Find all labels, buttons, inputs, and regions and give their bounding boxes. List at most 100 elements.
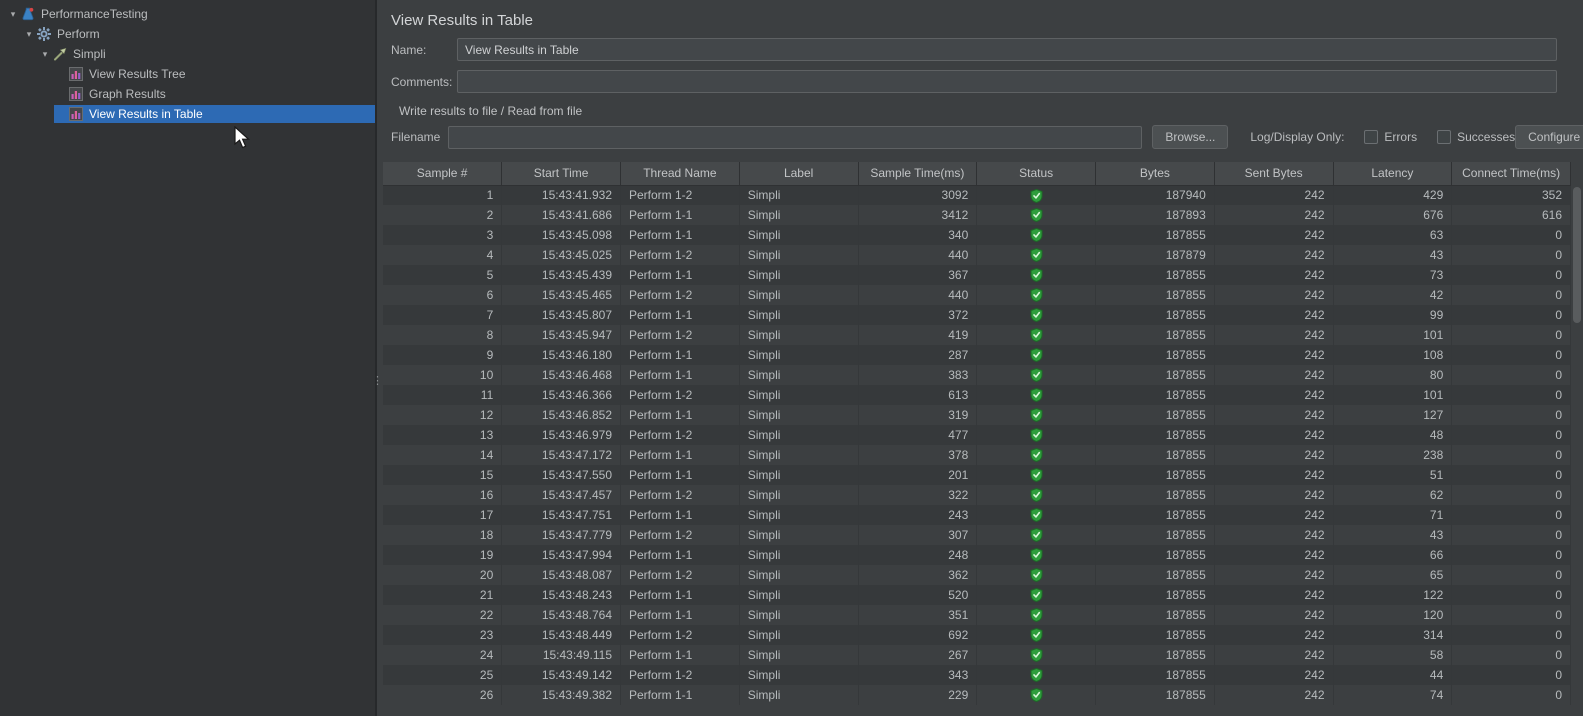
name-input[interactable] [457,38,1557,61]
table-cell: 24 [383,645,502,665]
table-row[interactable]: 1715:43:47.751Perform 1-1Simpli243187855… [383,505,1571,525]
table-row[interactable]: 2415:43:49.115Perform 1-1Simpli267187855… [383,645,1571,665]
table-row[interactable]: 1015:43:46.468Perform 1-1Simpli383187855… [383,365,1571,385]
table-cell: 120 [1333,605,1452,625]
table-cell: 58 [1333,645,1452,665]
table-cell: 0 [1452,545,1571,565]
column-header-thread-name[interactable]: Thread Name [621,162,740,185]
tree-item-simpli[interactable]: ▾Simpli [0,44,375,64]
panel-splitter[interactable]: ⋮ [375,0,377,716]
table-cell: 187855 [1096,565,1215,585]
tree-item-performancetesting[interactable]: ▾PerformanceTesting [0,4,375,24]
table-row[interactable]: 2515:43:49.142Perform 1-2Simpli343187855… [383,665,1571,685]
table-cell: 187855 [1096,645,1215,665]
table-row[interactable]: 815:43:45.947Perform 1-2Simpli4191878552… [383,325,1571,345]
tree-item-graph-results[interactable]: Graph Results [0,84,375,104]
table-cell: Perform 1-1 [621,265,740,285]
chevron-down-icon[interactable]: ▾ [6,9,20,20]
tree-item-view-results-tree[interactable]: View Results Tree [0,64,375,84]
table-cell: Perform 1-2 [621,665,740,685]
table-cell: 15:43:45.439 [502,265,621,285]
table-cell: 187855 [1096,545,1215,565]
table-cell: 229 [858,685,977,705]
table-cell: 367 [858,265,977,285]
success-shield-icon [1030,608,1043,622]
table-row[interactable]: 1315:43:46.979Perform 1-2Simpli477187855… [383,425,1571,445]
table-row[interactable]: 115:43:41.932Perform 1-2Simpli3092187940… [383,185,1571,205]
table-cell: Simpli [739,185,858,205]
status-cell [977,385,1096,405]
table-cell: 242 [1214,285,1333,305]
column-header-connect-time-ms[interactable]: Connect Time(ms) [1452,162,1571,185]
table-cell: 48 [1333,425,1452,445]
status-cell [977,405,1096,425]
column-header-status[interactable]: Status [977,162,1096,185]
table-cell: Perform 1-2 [621,385,740,405]
table-row[interactable]: 1915:43:47.994Perform 1-1Simpli248187855… [383,545,1571,565]
successes-checkbox[interactable] [1437,130,1451,144]
table-cell: Simpli [739,645,858,665]
table-cell: 242 [1214,425,1333,445]
column-header-bytes[interactable]: Bytes [1096,162,1215,185]
table-row[interactable]: 1815:43:47.779Perform 1-2Simpli307187855… [383,525,1571,545]
table-row[interactable]: 415:43:45.025Perform 1-2Simpli4401878792… [383,245,1571,265]
table-cell: 242 [1214,385,1333,405]
table-row[interactable]: 515:43:45.439Perform 1-1Simpli3671878552… [383,265,1571,285]
column-header-sent-bytes[interactable]: Sent Bytes [1214,162,1333,185]
success-shield-icon [1030,688,1043,702]
table-cell: Simpli [739,365,858,385]
success-shield-icon [1030,488,1043,502]
comments-input[interactable] [457,70,1557,93]
table-cell: Simpli [739,545,858,565]
table-cell: 372 [858,305,977,325]
chevron-down-icon[interactable]: ▾ [22,29,36,40]
column-header-start-time[interactable]: Start Time [502,162,621,185]
column-header-latency[interactable]: Latency [1333,162,1452,185]
column-header-sample[interactable]: Sample # [383,162,502,185]
configure-button[interactable]: Configure [1515,125,1583,149]
table-row[interactable]: 915:43:46.180Perform 1-1Simpli2871878552… [383,345,1571,365]
table-cell: Simpli [739,485,858,505]
results-table: Sample #Start TimeThread NameLabelSample… [383,162,1571,705]
table-cell: 51 [1333,465,1452,485]
table-cell: 15:43:46.468 [502,365,621,385]
filename-input[interactable] [448,126,1142,149]
table-row[interactable]: 2015:43:48.087Perform 1-2Simpli362187855… [383,565,1571,585]
table-cell: 9 [383,345,502,365]
table-cell: 242 [1214,325,1333,345]
table-row[interactable]: 215:43:41.686Perform 1-1Simpli3412187893… [383,205,1571,225]
table-row[interactable]: 1515:43:47.550Perform 1-1Simpli201187855… [383,465,1571,485]
table-row[interactable]: 715:43:45.807Perform 1-1Simpli3721878552… [383,305,1571,325]
errors-checkbox[interactable] [1364,130,1378,144]
table-row[interactable]: 2215:43:48.764Perform 1-1Simpli351187855… [383,605,1571,625]
tree-item-view-results-in-table[interactable]: View Results in Table [0,104,375,124]
table-row[interactable]: 615:43:45.465Perform 1-2Simpli4401878552… [383,285,1571,305]
table-row[interactable]: 315:43:45.098Perform 1-1Simpli3401878552… [383,225,1571,245]
table-row[interactable]: 1615:43:47.457Perform 1-2Simpli322187855… [383,485,1571,505]
table-cell: 15:43:47.550 [502,465,621,485]
table-row[interactable]: 1115:43:46.366Perform 1-2Simpli613187855… [383,385,1571,405]
status-cell [977,265,1096,285]
tree-item-content: View Results Tree [54,65,375,83]
table-row[interactable]: 1215:43:46.852Perform 1-1Simpli319187855… [383,405,1571,425]
table-cell: 0 [1452,285,1571,305]
success-shield-icon [1030,308,1043,322]
table-row[interactable]: 1415:43:47.172Perform 1-1Simpli378187855… [383,445,1571,465]
table-cell: Perform 1-1 [621,345,740,365]
chevron-down-icon[interactable]: ▾ [38,49,52,60]
table-row[interactable]: 2315:43:48.449Perform 1-2Simpli692187855… [383,625,1571,645]
table-cell: Simpli [739,385,858,405]
vertical-scrollbar[interactable] [1572,185,1582,716]
tree-item-perform[interactable]: ▾Perform [0,24,375,44]
table-row[interactable]: 2115:43:48.243Perform 1-1Simpli520187855… [383,585,1571,605]
scrollbar-thumb[interactable] [1573,187,1581,323]
table-cell: 187855 [1096,345,1215,365]
table-cell: 187855 [1096,305,1215,325]
table-cell: 0 [1452,465,1571,485]
table-cell: 419 [858,325,977,345]
column-header-label[interactable]: Label [739,162,858,185]
table-row[interactable]: 2615:43:49.382Perform 1-1Simpli229187855… [383,685,1571,705]
browse-button[interactable]: Browse... [1152,125,1228,149]
table-cell: Simpli [739,205,858,225]
column-header-sample-time-ms[interactable]: Sample Time(ms) [858,162,977,185]
